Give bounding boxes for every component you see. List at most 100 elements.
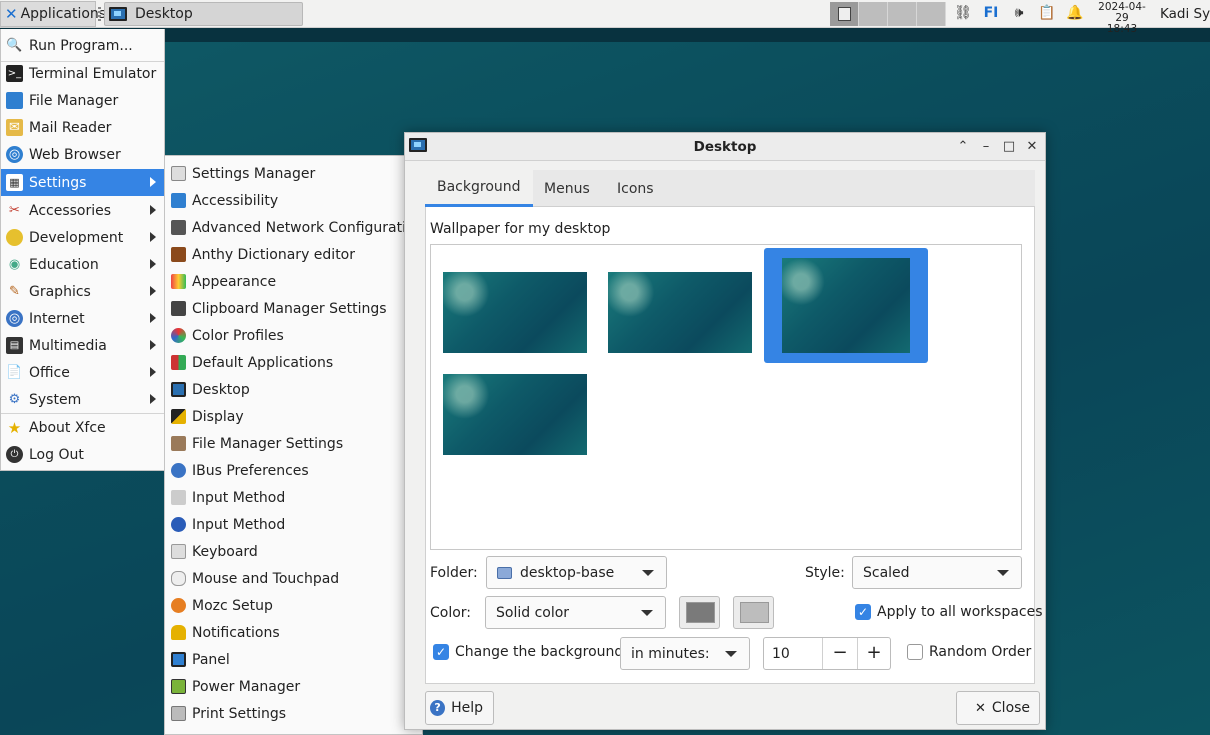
random-order-checkbox[interactable]: Random Order [907, 644, 1031, 660]
plus-icon[interactable]: + [857, 638, 890, 669]
submenu-item-mouse-touchpad[interactable]: Mouse and Touchpad [165, 565, 422, 592]
submenu-item-accessibility[interactable]: Accessibility [165, 187, 422, 214]
top-panel: ✕ Applications Desktop ⛓ FI 🕪 📋 🔔 2024-0… [0, 0, 1210, 35]
wallpaper-thumbnail[interactable] [443, 374, 587, 455]
clock[interactable]: 2024-04-29 18:43 [1092, 2, 1152, 35]
clipboard-icon[interactable]: 📋 [1038, 4, 1056, 22]
menu-item-mail-reader[interactable]: ✉ Mail Reader [1, 114, 164, 141]
help-button[interactable]: ? Help [425, 691, 494, 725]
interval-unit-select[interactable]: in minutes: [620, 637, 750, 670]
close-icon[interactable]: ✕ [1024, 139, 1040, 155]
submenu-item-settings-manager[interactable]: Settings Manager [165, 160, 422, 187]
workspace-4[interactable] [917, 2, 946, 26]
submenu-item-panel[interactable]: Panel [165, 646, 422, 673]
minus-icon[interactable]: − [822, 638, 857, 669]
submenu-item-input-method[interactable]: Input Method [165, 484, 422, 511]
chevron-down-icon [997, 570, 1009, 576]
menu-item-accessories[interactable]: ✂ Accessories [1, 197, 164, 224]
submenu-item-desktop[interactable]: Desktop [165, 376, 422, 403]
menu-item-run-program[interactable]: 🔍 Run Program... [1, 32, 164, 59]
secondary-color-button[interactable] [733, 596, 774, 629]
submenu-item-input-method-2[interactable]: Input Method [165, 511, 422, 538]
wallpaper-thumbnail[interactable] [443, 272, 587, 353]
close-icon: ✕ [975, 700, 986, 716]
submenu-item-notifications[interactable]: Notifications [165, 619, 422, 646]
menu-item-about-xfce[interactable]: ★ About Xfce [1, 414, 164, 441]
panel-separator [98, 7, 101, 21]
tab-menus[interactable]: Menus [532, 170, 602, 207]
style-select[interactable]: Scaled [852, 556, 1022, 589]
printer-icon [171, 706, 186, 721]
submenu-item-appearance[interactable]: Appearance [165, 268, 422, 295]
change-background-checkbox[interactable]: ✓ Change the background [433, 644, 623, 660]
wallpaper-thumbnail[interactable] [608, 272, 752, 353]
submenu-item-display[interactable]: Display [165, 403, 422, 430]
menu-item-internet[interactable]: ◎ Internet [1, 305, 164, 332]
panel-icon [171, 652, 186, 667]
submenu-item-ibus-preferences[interactable]: IBus Preferences [165, 457, 422, 484]
workspace-3[interactable] [888, 2, 917, 26]
user-name[interactable]: Kadi Syr [1160, 6, 1210, 22]
office-icon: 📄 [6, 365, 23, 380]
desktop-icon [109, 7, 127, 21]
menu-item-terminal[interactable]: >_ Terminal Emulator [1, 60, 164, 87]
submenu-item-clipboard-manager[interactable]: Clipboard Manager Settings [165, 295, 422, 322]
submenu-item-mozc-setup[interactable]: Mozc Setup [165, 592, 422, 619]
minimize-icon[interactable]: – [978, 139, 994, 155]
keyboard-icon [171, 544, 186, 559]
menu-item-web-browser[interactable]: ◎ Web Browser [1, 141, 164, 168]
menu-item-log-out[interactable]: ⏻ Log Out [1, 441, 164, 468]
submenu-item-default-applications[interactable]: Default Applications [165, 349, 422, 376]
tab-icons[interactable]: Icons [605, 170, 666, 207]
taskbar-desktop-button[interactable]: Desktop [104, 2, 303, 26]
menu-item-label: Web Browser [29, 146, 121, 163]
workspace-1[interactable] [830, 2, 859, 26]
submenu-item-advanced-network[interactable]: Advanced Network Configuration [165, 214, 422, 241]
workspace-2[interactable] [859, 2, 888, 26]
ibus-icon [171, 463, 186, 478]
tab-background[interactable]: Background [425, 170, 533, 207]
submenu-item-print-settings[interactable]: Print Settings [165, 700, 422, 727]
interval-spinbutton[interactable]: 10 − + [763, 637, 891, 670]
development-icon [6, 229, 23, 246]
menu-item-education[interactable]: ◉ Education [1, 251, 164, 278]
notification-bell-icon[interactable]: 🔔 [1066, 4, 1084, 22]
submenu-item-file-manager-settings[interactable]: File Manager Settings [165, 430, 422, 457]
submenu-arrow-icon [150, 205, 156, 215]
submenu-item-keyboard[interactable]: Keyboard [165, 538, 422, 565]
apply-all-workspaces-checkbox[interactable]: ✓ Apply to all workspaces [855, 604, 1043, 620]
submenu-item-anthy-dictionary[interactable]: Anthy Dictionary editor [165, 241, 422, 268]
close-button[interactable]: ✕ Close [956, 691, 1040, 725]
checkbox-unchecked-icon [907, 644, 923, 660]
keyboard-layout-indicator[interactable]: FI [982, 4, 1000, 22]
primary-color-button[interactable] [679, 596, 720, 629]
menu-item-system[interactable]: ⚙ System [1, 386, 164, 413]
submenu-item-label: Appearance [192, 273, 277, 290]
menu-item-multimedia[interactable]: ▤ Multimedia [1, 332, 164, 359]
wallpaper-thumbnail-selected[interactable] [764, 248, 928, 363]
chevron-down-icon [642, 570, 654, 576]
chevron-up-icon[interactable]: ⌃ [955, 139, 971, 155]
submenu-item-color-profiles[interactable]: Color Profiles [165, 322, 422, 349]
menu-item-development[interactable]: Development [1, 224, 164, 251]
submenu-arrow-icon [150, 259, 156, 269]
menu-item-settings[interactable]: ▦ Settings [1, 169, 164, 196]
secondary-color-swatch [740, 602, 769, 623]
desktop-settings-window: Desktop ⌃ – □ ✕ Background Menus Icons W… [404, 132, 1046, 730]
internet-icon: ◎ [6, 310, 23, 327]
folder-value: desktop-base [520, 564, 615, 581]
menu-item-graphics[interactable]: ✎ Graphics [1, 278, 164, 305]
volume-icon[interactable]: 🕪 [1010, 4, 1028, 22]
interval-value[interactable]: 10 [772, 646, 790, 662]
menu-item-office[interactable]: 📄 Office [1, 359, 164, 386]
folder-select[interactable]: desktop-base [486, 556, 667, 589]
window-titlebar[interactable]: Desktop ⌃ – □ ✕ [405, 133, 1045, 161]
menu-item-file-manager[interactable]: File Manager [1, 87, 164, 114]
maximize-icon[interactable]: □ [1001, 139, 1017, 155]
clipboard-icon [171, 301, 186, 316]
color-style-select[interactable]: Solid color [485, 596, 666, 629]
network-icon[interactable]: ⛓ [954, 4, 972, 22]
applications-menu-button[interactable]: ✕ Applications [0, 1, 106, 27]
submenu-arrow-icon [150, 313, 156, 323]
submenu-item-power-manager[interactable]: Power Manager [165, 673, 422, 700]
